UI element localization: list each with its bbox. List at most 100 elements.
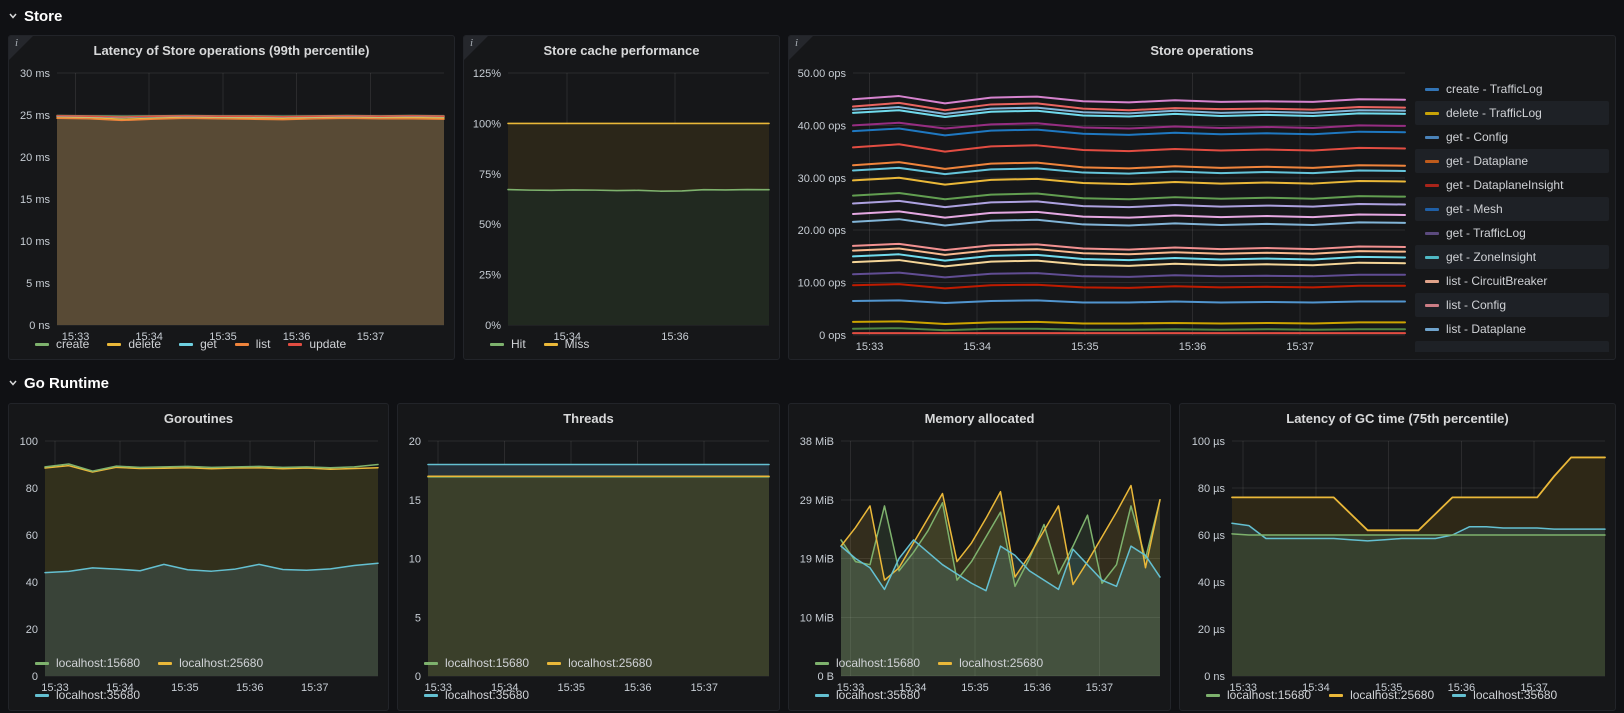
legend-item[interactable]: get - Config — [1415, 125, 1609, 149]
legend-item[interactable]: localhost:15680 — [424, 656, 529, 670]
legend-item[interactable]: create - TrafficLog — [1415, 77, 1609, 101]
legend-series-swatch — [1206, 693, 1220, 697]
series-area — [428, 476, 769, 676]
info-icon[interactable]: i — [15, 37, 18, 49]
legend-series-label: localhost:35680 — [836, 688, 921, 702]
chart-area[interactable]: 0 B 10 MiB 19 MiB 29 MiB 38 MiB 15:33 15:34 15:… — [789, 429, 1170, 694]
legend-item[interactable]: localhost:15680 — [35, 656, 140, 670]
series-line — [852, 95, 1406, 105]
legend-series-swatch — [490, 342, 504, 346]
legend-item[interactable]: localhost:35680 — [1452, 688, 1557, 702]
legend-series-label: list - Config — [1446, 298, 1507, 312]
panel-legend: localhost:15680 localhost:25680 localhost:… — [789, 654, 1170, 710]
legend-item[interactable]: localhost:25680 — [158, 656, 263, 670]
legend-series-swatch — [1425, 111, 1439, 115]
panel-corner — [789, 36, 813, 60]
chart-canvas[interactable]: 0 ops 10.00 ops 20.00 ops 30.00 ops 40.00 op… — [789, 61, 1415, 359]
info-icon[interactable]: i — [795, 37, 798, 49]
legend-series-label: get - Dataplane — [1446, 154, 1529, 168]
x-axis-label: 15:37 — [1286, 341, 1314, 353]
series-line — [852, 161, 1406, 170]
legend-item[interactable]: get - TrafficLog — [1415, 221, 1609, 245]
y-axis-label: 80 — [26, 483, 38, 495]
legend-series-label: delete — [128, 337, 162, 351]
legend-item[interactable]: localhost:35680 — [35, 688, 140, 702]
legend-series-swatch — [35, 661, 49, 665]
legend-series-label: localhost:25680 — [959, 656, 1044, 670]
legend-item[interactable]: get - Dataplane — [1415, 149, 1609, 173]
y-axis-label: 20 ms — [20, 152, 50, 164]
series-line — [852, 143, 1406, 153]
legend-item[interactable]: get — [179, 337, 217, 351]
legend-item[interactable]: delete — [107, 337, 161, 351]
panel-title[interactable]: Threads — [398, 404, 779, 429]
legend-series-swatch — [1425, 327, 1439, 331]
info-icon[interactable]: i — [470, 37, 473, 49]
panel-title[interactable]: Store cache performance — [464, 36, 779, 61]
legend-item[interactable]: list - Config — [1415, 293, 1609, 317]
legend-item[interactable]: get - DataplaneInsight — [1415, 173, 1609, 197]
legend-item[interactable]: list — [234, 337, 270, 351]
legend-series-label: list - CircuitBreaker — [1446, 274, 1548, 288]
panel-title[interactable]: Latency of Store operations (99th percen… — [9, 36, 454, 61]
legend-series-label: create - TrafficLog — [1446, 82, 1543, 96]
series-line — [852, 242, 1406, 252]
chart-canvas[interactable]: 0%25%50%75%100%125%15:34 15:36 — [464, 61, 779, 349]
panel-title[interactable]: Memory allocated — [789, 404, 1170, 429]
legend-item[interactable]: localhost:25680 — [1329, 688, 1434, 702]
section-header-store[interactable]: Store — [8, 4, 62, 28]
legend-series-swatch — [815, 661, 829, 665]
y-axis-label: 25% — [479, 270, 501, 282]
chart-area[interactable]: 0 5 10 15 20 15:33 15:34 15:35 15:36 15:37 — [398, 429, 779, 694]
panel-goroutines: Goroutines 0 20 40 60 80 100 15:33 15:34 15:35 15… — [8, 403, 389, 711]
legend-item[interactable]: list - CircuitBreaker — [1415, 269, 1609, 293]
legend-item[interactable]: update — [288, 337, 346, 351]
y-axis-label: 40.00 ops — [798, 120, 847, 132]
legend-item[interactable]: localhost:25680 — [938, 656, 1043, 670]
panel-legend-right: create - TrafficLog delete - TrafficLog ge… — [1415, 61, 1615, 359]
legend-item[interactable]: create — [35, 337, 89, 351]
chevron-down-icon — [8, 378, 18, 388]
legend-item[interactable]: localhost:35680 — [815, 688, 920, 702]
legend-series-label: get - Config — [1446, 130, 1509, 144]
legend-series-swatch — [1425, 87, 1439, 91]
y-axis-label: 60 µs — [1198, 530, 1226, 542]
legend-item[interactable]: localhost:25680 — [547, 656, 652, 670]
legend-item[interactable]: localhost:15680 — [1206, 688, 1311, 702]
chart-area[interactable]: 0% 25% 50% 75% 100% 125% 15:34 15:36 — [464, 61, 779, 343]
y-axis-label: 15 ms — [20, 194, 50, 206]
series-line — [852, 176, 1406, 186]
series-area — [508, 189, 769, 325]
legend-item[interactable]: localhost:35680 — [424, 688, 529, 702]
y-axis-label: 0 ns — [29, 320, 50, 332]
chart-area[interactable]: 0 ns 5 ms 10 ms 15 ms 20 ms 25 ms 30 ms 15:33 15… — [9, 61, 454, 343]
legend-series-label: localhost:15680 — [56, 656, 141, 670]
section-header-go-runtime[interactable]: Go Runtime — [8, 371, 109, 395]
series-line — [852, 271, 1406, 279]
panel-legend: Hit Miss — [464, 335, 779, 359]
chart-canvas[interactable]: 0 ns5 ms10 ms15 ms20 ms25 ms30 ms15:33 15… — [9, 61, 454, 349]
legend-item[interactable]: localhost:15680 — [815, 656, 920, 670]
legend-series-label: get — [200, 337, 217, 351]
legend-item[interactable]: Miss — [543, 337, 589, 351]
legend-item[interactable]: list - Dataplane — [1415, 317, 1609, 341]
y-axis-label: 0% — [485, 320, 501, 332]
legend-item[interactable]: get - Mesh — [1415, 197, 1609, 221]
legend-item[interactable]: delete - TrafficLog — [1415, 101, 1609, 125]
chart-canvas[interactable]: 0 ns20 µs40 µs60 µs80 µs100 µs15:33 15:34… — [1180, 429, 1615, 700]
y-axis-label: 20 — [409, 436, 421, 448]
series-line — [852, 101, 1406, 112]
y-axis-label: 50% — [479, 219, 501, 231]
legend-item[interactable]: get - ZoneInsight — [1415, 245, 1609, 269]
panel-title[interactable]: Goroutines — [9, 404, 388, 429]
chart-area[interactable]: 0 ops 10.00 ops 20.00 ops 30.00 ops 40.00 op… — [789, 61, 1415, 359]
chart-area[interactable]: 0 20 40 60 80 100 15:33 15:34 15:35 15:36 15:37 — [9, 429, 388, 694]
chart-area[interactable]: 0 ns 20 µs 40 µs 60 µs 80 µs 100 µs 15:33 15:34… — [1180, 429, 1615, 694]
legend-series-label: localhost:25680 — [179, 656, 264, 670]
panel-title[interactable]: Latency of GC time (75th percentile) — [1180, 404, 1615, 429]
y-axis-label: 0 ops — [819, 330, 846, 342]
series-line — [852, 127, 1406, 137]
y-axis-label: 15 — [409, 495, 421, 507]
panel-title[interactable]: Store operations — [789, 36, 1615, 61]
legend-item[interactable]: Hit — [490, 337, 526, 351]
